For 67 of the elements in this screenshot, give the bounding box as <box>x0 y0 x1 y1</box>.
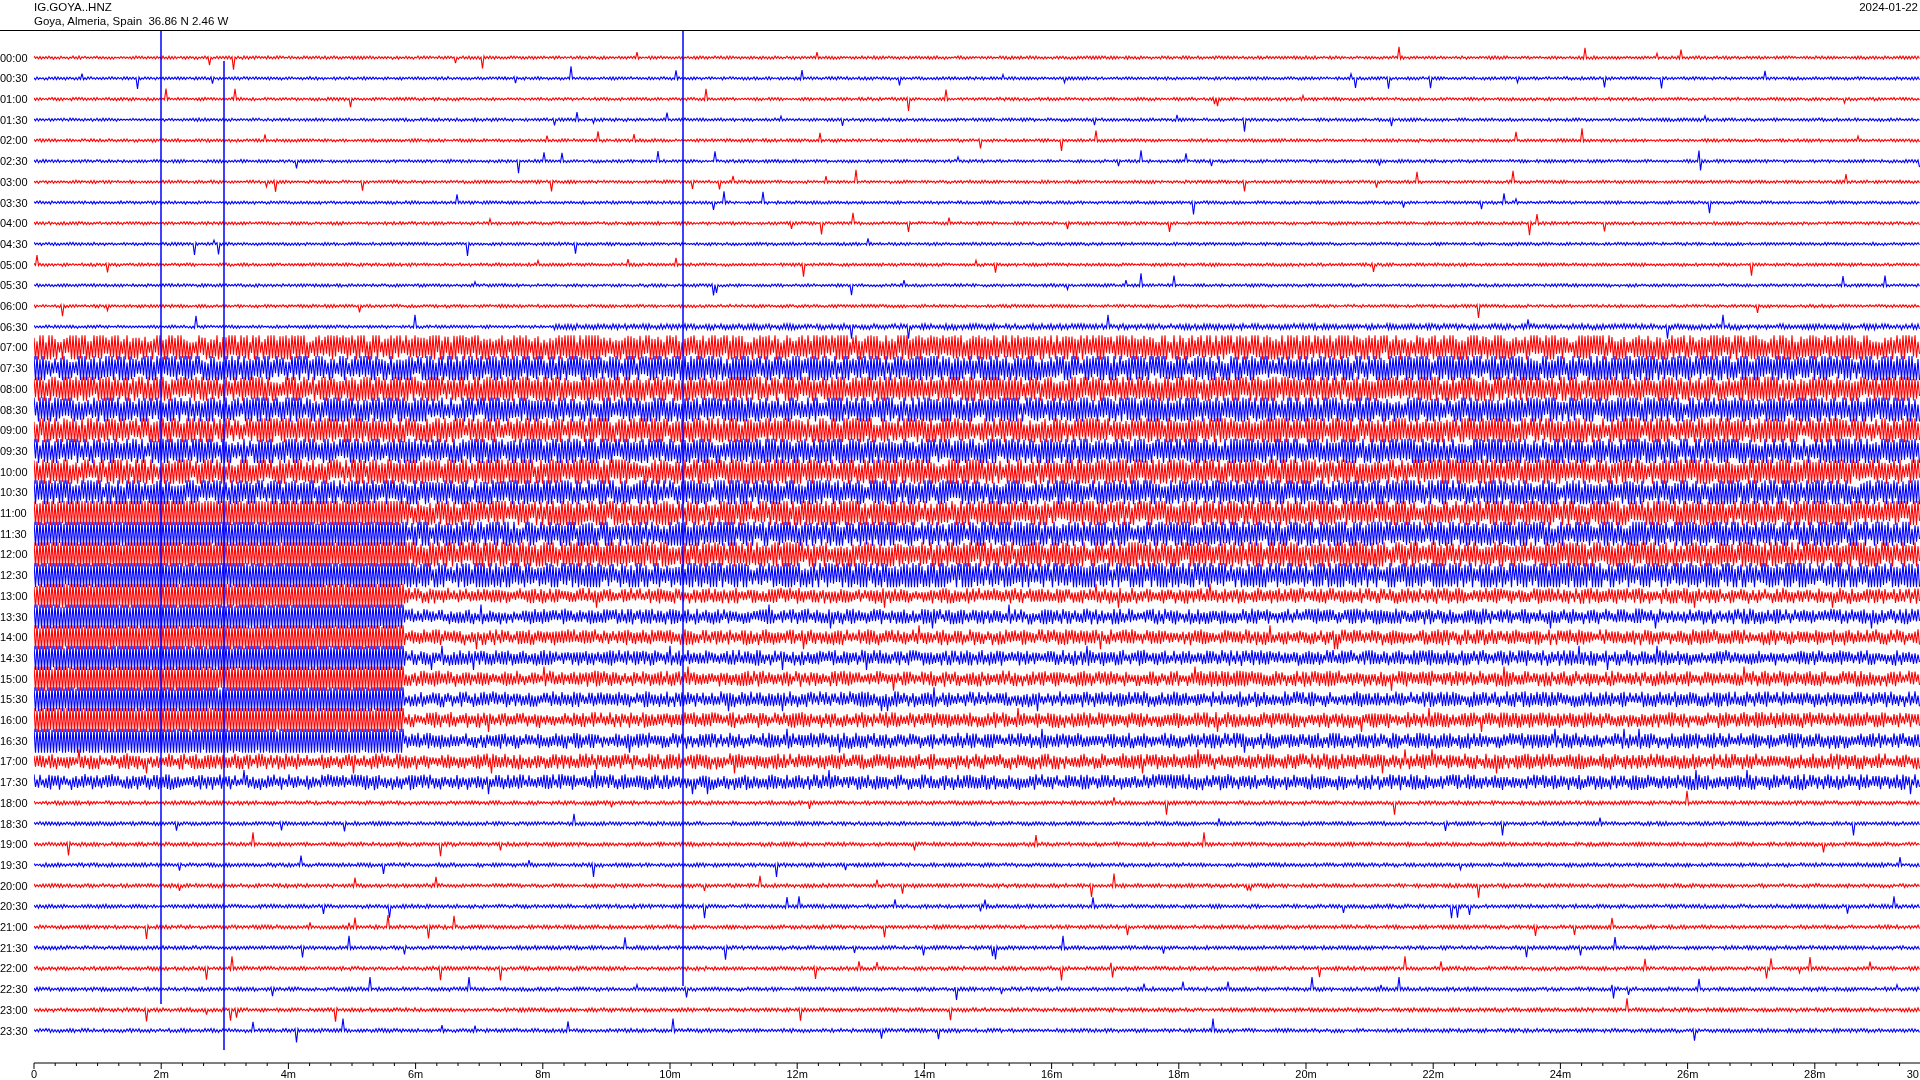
row-time-label: 13:00 <box>0 588 28 603</box>
row-time-label: 14:00 <box>0 630 28 645</box>
row-time-label: 00:30 <box>0 71 28 86</box>
row-time-label: 23:30 <box>0 1023 28 1038</box>
axis-tick-label: 0 <box>30 1068 38 1080</box>
axis-tick-label: 2m <box>153 1068 169 1080</box>
row-time-label: 15:30 <box>0 692 28 707</box>
row-time-label: 22:00 <box>0 961 28 976</box>
axis-tick-label: 10m <box>659 1068 681 1080</box>
row-time-label: 00:00 <box>0 50 28 65</box>
axis-tick-label: 28m <box>1804 1068 1826 1080</box>
row-time-label: 07:00 <box>0 340 28 355</box>
row-time-label: 03:30 <box>0 195 28 210</box>
station-code: IG.GOYA..HNZ <box>34 0 113 14</box>
row-time-label: 04:30 <box>0 236 28 251</box>
row-time-label: 16:30 <box>0 733 28 748</box>
axis-tick-label: 26m <box>1676 1068 1699 1080</box>
row-time-label: 18:30 <box>0 816 28 831</box>
axis-tick-label: 24m <box>1549 1068 1572 1080</box>
row-time-label: 10:30 <box>0 485 28 500</box>
row-time-label: 12:00 <box>0 547 28 562</box>
row-time-label: 06:30 <box>0 319 28 334</box>
row-time-label: 20:30 <box>0 899 28 914</box>
axis-tick-label: 12m <box>786 1068 808 1080</box>
row-time-label: 12:30 <box>0 568 28 583</box>
row-time-label: 06:00 <box>0 299 28 313</box>
row-time-label: 13:30 <box>0 609 28 624</box>
axis-tick-label: 18m <box>1168 1068 1190 1080</box>
row-time-label: 21:30 <box>0 940 28 955</box>
row-time-label: 02:30 <box>0 154 28 169</box>
axis-tick-label: 8m <box>535 1068 551 1080</box>
row-time-label: 08:30 <box>0 402 28 417</box>
row-time-label: 11:00 <box>0 506 27 520</box>
row-time-label: 20:00 <box>0 878 28 893</box>
row-time-label: 01:30 <box>0 112 28 127</box>
row-time-label: 09:00 <box>0 423 28 438</box>
axis-tick-label: 20m <box>1295 1068 1317 1080</box>
station-location: Goya, Almeria, Spain 36.86 N 2.46 W <box>34 14 229 28</box>
row-time-label: 17:30 <box>0 775 28 790</box>
row-time-label: 22:30 <box>0 982 28 997</box>
row-time-label: 17:00 <box>0 754 28 769</box>
axis-tick-label: 6m <box>407 1068 424 1080</box>
row-time-label: 09:30 <box>0 443 28 458</box>
row-time-label: 18:00 <box>0 795 28 810</box>
row-time-label: 21:00 <box>0 920 28 934</box>
row-time-label: 08:00 <box>0 381 28 396</box>
row-time-label: 11:30 <box>0 526 27 541</box>
axis-tick-label: 4m <box>280 1068 297 1080</box>
row-time-label: 05:00 <box>0 257 28 272</box>
row-time-label: 16:00 <box>0 713 28 727</box>
row-time-label: 14:30 <box>0 650 28 665</box>
row-time-label: 01:00 <box>0 92 28 106</box>
axis-tick-label: 30 <box>1906 1068 1919 1080</box>
row-time-label: 05:30 <box>0 278 28 293</box>
plot-date: 2024-01-22 <box>1859 0 1919 14</box>
row-time-label: 19:00 <box>0 837 28 852</box>
axis-tick-label: 16m <box>1040 1068 1063 1080</box>
row-time-label: 10:00 <box>0 464 28 479</box>
row-time-label: 07:30 <box>0 361 28 376</box>
row-time-label: 04:00 <box>0 216 28 231</box>
row-time-label: 23:00 <box>0 1002 28 1017</box>
row-time-label: 15:00 <box>0 671 28 686</box>
row-time-label: 02:00 <box>0 133 28 148</box>
axis-tick-label: 14m <box>913 1068 936 1080</box>
row-time-label: 19:30 <box>0 857 28 872</box>
row-time-label: 03:00 <box>0 174 28 189</box>
axis-tick-label: 22m <box>1422 1068 1444 1080</box>
